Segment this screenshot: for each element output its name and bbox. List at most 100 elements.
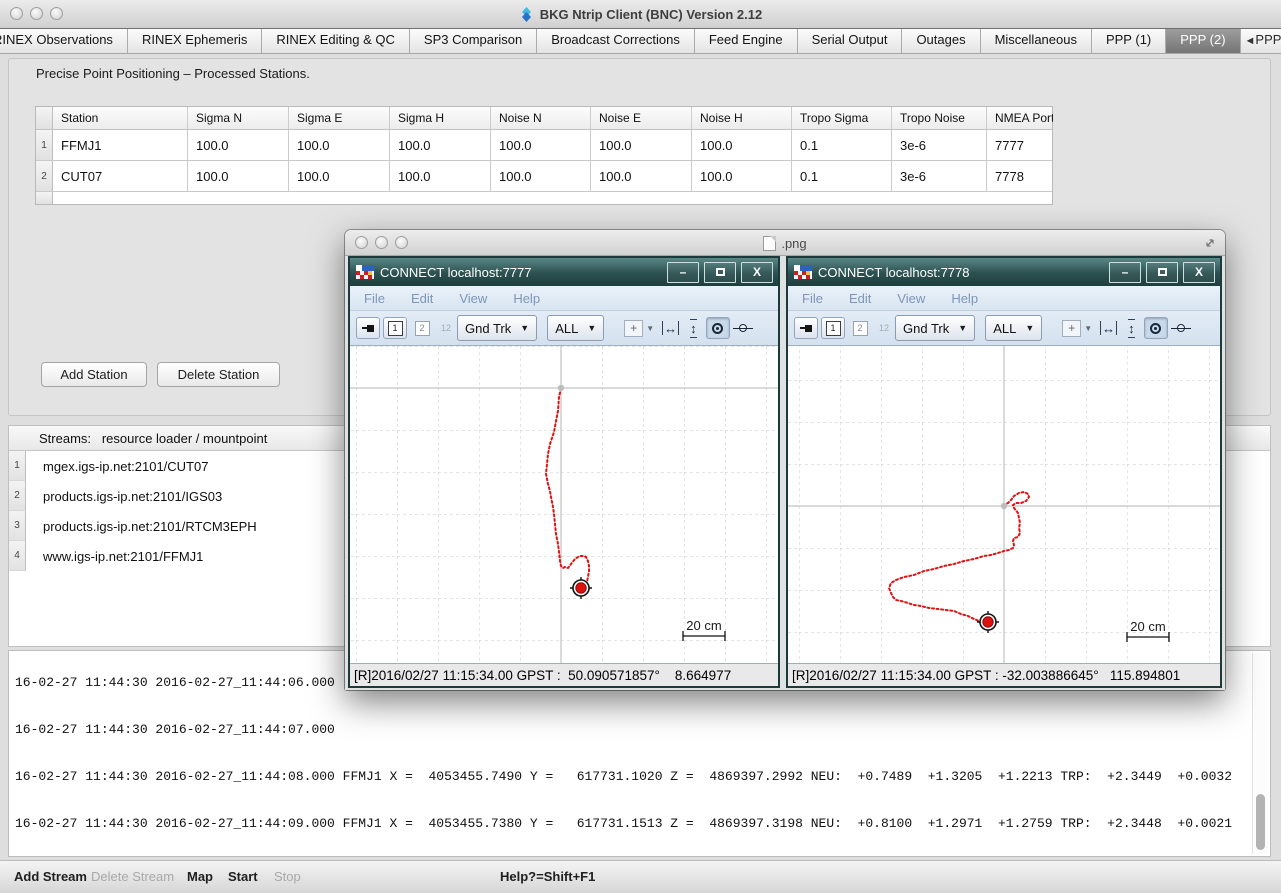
cell[interactable]: 3e-6 [892, 130, 987, 160]
menu-view[interactable]: View [897, 291, 925, 306]
window-title-text: BKG Ntrip Client (BNC) Version 2.12 [540, 7, 762, 22]
close-button[interactable]: X [741, 262, 773, 283]
menu-edit[interactable]: Edit [849, 291, 871, 306]
log-scrollbar-thumb[interactable] [1256, 794, 1265, 850]
col-noise-h: Noise H [692, 107, 792, 129]
png-titlebar[interactable]: .png [345, 230, 1225, 256]
two-panel-button[interactable]: 2 [410, 317, 434, 339]
chevron-down-icon: ▼ [587, 323, 596, 333]
zoom-mode-icon[interactable]: + [1062, 320, 1081, 337]
col-tropo-noise: Tropo Noise [892, 107, 987, 129]
cell[interactable]: 100.0 [491, 161, 591, 191]
cell[interactable]: 7778 [987, 161, 1053, 191]
minimize-button[interactable]: – [667, 262, 699, 283]
status-bar: [R]2016/02/27 11:15:34.00 GPST : 50.0905… [350, 663, 778, 686]
cell[interactable]: 3e-6 [892, 161, 987, 191]
menu-bar: File Edit View Help [788, 286, 1220, 311]
menu-file[interactable]: File [802, 291, 823, 306]
menu-file[interactable]: File [364, 291, 385, 306]
tab-ppp-2[interactable]: PPP (2) [1166, 29, 1240, 53]
cell[interactable]: 100.0 [591, 161, 692, 191]
marker-mode-button[interactable] [356, 317, 380, 339]
cell[interactable]: 100.0 [188, 161, 289, 191]
one-panel-button[interactable]: 1 [383, 317, 407, 339]
tab-sp3-comparison[interactable]: SP3 Comparison [410, 29, 537, 53]
cell[interactable]: 100.0 [491, 130, 591, 160]
marker-mode-button[interactable] [794, 317, 818, 339]
log-scrollbar[interactable] [1252, 653, 1268, 854]
tab-feed-engine[interactable]: Feed Engine [695, 29, 798, 53]
tab-ppp-1[interactable]: PPP (1) [1092, 29, 1166, 53]
connect-window-7777: CONNECT localhost:7777 – X File Edit Vie… [348, 256, 780, 688]
cell-station[interactable]: FFMJ1 [53, 130, 188, 160]
track-start-marker [1001, 503, 1007, 509]
connect-titlebar[interactable]: CONNECT localhost:7777 – X [350, 258, 778, 286]
help-hint: Help?=Shift+F1 [500, 869, 595, 884]
menu-help[interactable]: Help [951, 291, 978, 306]
resize-icon[interactable] [1203, 236, 1217, 250]
chevron-down-icon[interactable]: ▼ [1084, 324, 1092, 333]
satellite-filter-dropdown[interactable]: ALL▼ [985, 315, 1042, 341]
start-button[interactable]: Start [228, 869, 258, 884]
cell[interactable]: 100.0 [591, 130, 692, 160]
ground-track-plot-7777[interactable]: 20 cm [350, 345, 778, 663]
stop-button[interactable]: Stop [274, 869, 301, 884]
fit-height-icon[interactable]: ↕ [690, 319, 697, 338]
cell[interactable]: 100.0 [289, 161, 390, 191]
cell[interactable]: 0.1 [792, 130, 892, 160]
plot-type-dropdown[interactable]: Gnd Trk▼ [457, 315, 537, 341]
tab-rinex-observations[interactable]: RINEX Observations [0, 29, 128, 53]
cell[interactable]: 0.1 [792, 161, 892, 191]
fit-width-icon[interactable]: ↔ [662, 321, 679, 335]
add-stream-button[interactable]: Add Stream [14, 869, 87, 884]
tab-rinex-ephemeris[interactable]: RINEX Ephemeris [128, 29, 262, 53]
two-panel-button[interactable]: 2 [848, 317, 872, 339]
maximize-button[interactable] [1146, 262, 1178, 283]
maximize-button[interactable] [704, 262, 736, 283]
menu-view[interactable]: View [459, 291, 487, 306]
stream-row-number: 2 [9, 481, 26, 511]
close-button[interactable]: X [1183, 262, 1215, 283]
track-record-toggle[interactable] [1144, 317, 1168, 339]
menu-help[interactable]: Help [513, 291, 540, 306]
tab-broadcast-corrections[interactable]: Broadcast Corrections [537, 29, 695, 53]
cell-station[interactable]: CUT07 [53, 161, 188, 191]
fit-width-icon[interactable]: ↔ [1100, 321, 1117, 335]
fit-height-icon[interactable]: ↕ [1128, 319, 1135, 338]
one-panel-button[interactable]: 1 [821, 317, 845, 339]
stream-row-number: 1 [9, 451, 26, 481]
tab-serial-output[interactable]: Serial Output [798, 29, 903, 53]
col-noise-e: Noise E [591, 107, 692, 129]
col-sigma-h: Sigma H [390, 107, 491, 129]
menu-bar: File Edit View Help [350, 286, 778, 311]
tab-outages[interactable]: Outages [902, 29, 980, 53]
cell[interactable]: 100.0 [188, 130, 289, 160]
cell[interactable]: 100.0 [390, 130, 491, 160]
tab-scroll-left-button[interactable]: ◄PPP [1241, 29, 1281, 53]
plot-type-dropdown[interactable]: Gnd Trk▼ [895, 315, 975, 341]
tab-miscellaneous[interactable]: Miscellaneous [981, 29, 1092, 53]
delete-station-button[interactable]: Delete Station [157, 362, 280, 387]
cell[interactable]: 100.0 [692, 130, 792, 160]
chevron-down-icon[interactable]: ▼ [646, 324, 654, 333]
cell[interactable]: 7777 [987, 130, 1053, 160]
cell[interactable]: 100.0 [692, 161, 792, 191]
ground-track-plot-7778[interactable]: 20 cm [788, 345, 1220, 663]
track-record-toggle[interactable] [706, 317, 730, 339]
delete-stream-button[interactable]: Delete Stream [91, 869, 174, 884]
satellite-filter-dropdown[interactable]: ALL▼ [547, 315, 604, 341]
png-title-text: .png [781, 236, 806, 251]
cell[interactable]: 100.0 [390, 161, 491, 191]
add-station-button[interactable]: Add Station [41, 362, 147, 387]
zoom-mode-icon[interactable]: + [624, 320, 643, 337]
cell[interactable]: 100.0 [289, 130, 390, 160]
crosshair-icon[interactable] [733, 318, 753, 338]
map-button[interactable]: Map [187, 869, 213, 884]
connect-titlebar[interactable]: CONNECT localhost:7778 – X [788, 258, 1220, 286]
connect-title-text: CONNECT localhost:7777 [380, 265, 662, 280]
tab-rinex-editing-qc[interactable]: RINEX Editing & QC [262, 29, 410, 53]
minimize-button[interactable]: – [1109, 262, 1141, 283]
crosshair-icon[interactable] [1171, 318, 1191, 338]
table-row: 1 FFMJ1 100.0 100.0 100.0 100.0 100.0 10… [36, 130, 1052, 161]
menu-edit[interactable]: Edit [411, 291, 433, 306]
